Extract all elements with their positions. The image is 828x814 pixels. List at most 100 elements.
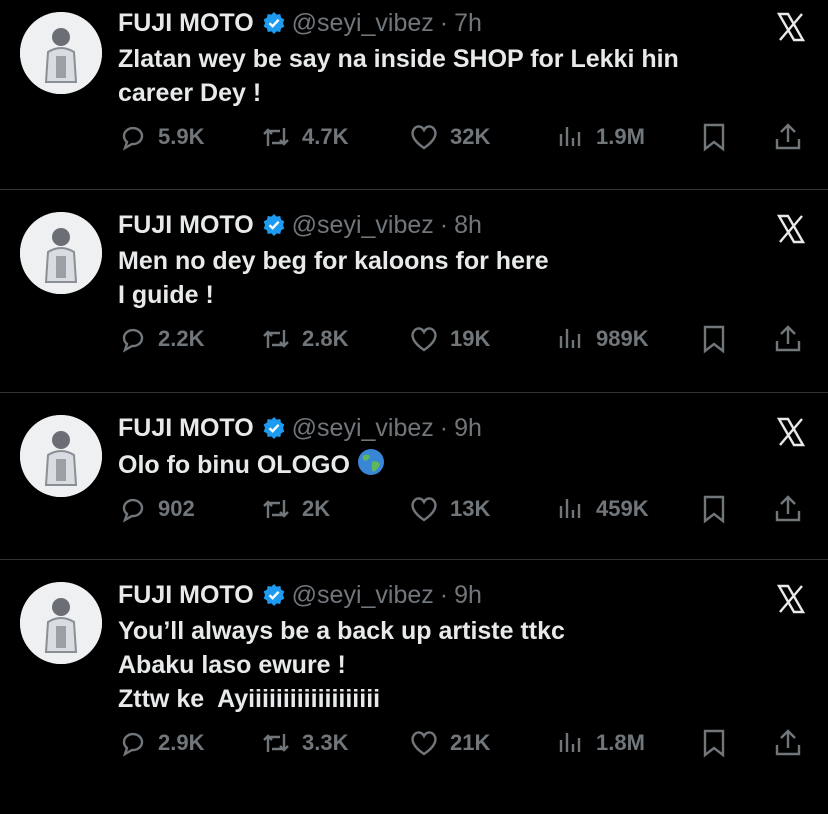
share-icon: [775, 495, 801, 522]
tweet-actions: 902 2K 13K 459K: [118, 494, 828, 534]
heart-icon: [411, 125, 437, 150]
retweet-button[interactable]: 2K: [260, 494, 330, 524]
tweet[interactable]: FUJI MOTO @seyi_vibez · 7h Zlatan wey be…: [0, 0, 828, 190]
bookmark-button[interactable]: [700, 324, 738, 354]
share-icon: [775, 729, 801, 756]
display-name[interactable]: FUJI MOTO: [118, 413, 254, 443]
reply-icon: [122, 126, 144, 151]
bookmark-icon: [703, 123, 725, 152]
avatar[interactable]: [20, 415, 102, 497]
tweet-actions: 2.2K 2.8K 19K 989K: [118, 324, 828, 364]
timestamp[interactable]: 9h: [454, 413, 482, 443]
retweet-count: 2.8K: [302, 326, 349, 351]
tweet-header: FUJI MOTO @seyi_vibez · 9h: [118, 560, 828, 610]
view-count: 1.9M: [596, 124, 645, 149]
reply-button[interactable]: 5.9K: [118, 122, 204, 152]
user-handle[interactable]: @seyi_vibez: [292, 413, 434, 443]
share-button[interactable]: [773, 324, 813, 354]
bookmark-icon: [703, 325, 725, 354]
user-handle[interactable]: @seyi_vibez: [292, 580, 434, 610]
like-button[interactable]: 13K: [408, 494, 490, 524]
like-count: 19K: [450, 326, 491, 351]
avatar[interactable]: [20, 582, 102, 664]
x-logo-icon[interactable]: [776, 417, 806, 447]
display-name[interactable]: FUJI MOTO: [118, 210, 254, 240]
display-name[interactable]: FUJI MOTO: [118, 8, 254, 38]
views-icon: [559, 733, 581, 752]
globe-emoji-icon: [357, 449, 384, 475]
retweet-icon: [263, 330, 289, 348]
tweet-actions: 5.9K 4.7K 32K 1.9M: [118, 122, 828, 162]
user-handle[interactable]: @seyi_vibez: [292, 210, 434, 240]
timestamp[interactable]: 8h: [454, 210, 482, 240]
views-icon: [559, 329, 581, 348]
like-count: 13K: [450, 496, 491, 521]
tweet-text-line: Zlatan wey be say na inside SHOP for Lek…: [118, 45, 679, 73]
avatar[interactable]: [20, 212, 102, 294]
tweet-header: FUJI MOTO @seyi_vibez · 8h: [118, 190, 828, 240]
tweet-feed: FUJI MOTO @seyi_vibez · 7h Zlatan wey be…: [0, 0, 828, 814]
views-button[interactable]: 459K: [556, 494, 649, 524]
reply-count: 902: [158, 496, 195, 521]
tweet-text-line: Olo fo binu OLOGO: [118, 447, 768, 482]
heart-icon: [411, 327, 437, 352]
retweet-button[interactable]: 2.8K: [260, 324, 348, 354]
tweet-text: Men no dey beg for kaloons for here I gu…: [118, 244, 768, 312]
tweet-header: FUJI MOTO @seyi_vibez · 7h: [118, 0, 828, 38]
tweet-text: Zlatan wey be say na inside SHOP for Lek…: [118, 42, 768, 110]
tweet-text-line: career Dey !: [118, 79, 262, 107]
tweet[interactable]: FUJI MOTO @seyi_vibez · 9h You’ll always…: [0, 560, 828, 814]
like-button[interactable]: 19K: [408, 324, 490, 354]
views-button[interactable]: 989K: [556, 324, 649, 354]
bookmark-button[interactable]: [700, 728, 738, 758]
bookmark-button[interactable]: [700, 494, 738, 524]
share-icon: [775, 325, 801, 352]
heart-icon: [411, 497, 437, 522]
display-name[interactable]: FUJI MOTO: [118, 580, 254, 610]
reply-count: 5.9K: [158, 124, 205, 149]
verified-badge-icon: [262, 416, 286, 440]
verified-badge-icon: [262, 583, 286, 607]
reply-button[interactable]: 2.9K: [118, 728, 204, 758]
verified-badge-icon: [262, 11, 286, 35]
tweet-text-line: Abaku laso ewure !: [118, 651, 346, 679]
bookmark-button[interactable]: [700, 122, 738, 152]
reply-count: 2.2K: [158, 326, 205, 351]
like-button[interactable]: 32K: [408, 122, 490, 152]
reply-icon: [122, 498, 144, 523]
views-icon: [559, 499, 581, 518]
bookmark-icon: [703, 729, 725, 758]
bookmark-icon: [703, 495, 725, 524]
x-logo-icon[interactable]: [776, 12, 806, 42]
reply-button[interactable]: 2.2K: [118, 324, 204, 354]
separator: ·: [439, 414, 449, 442]
retweet-icon: [263, 128, 289, 146]
timestamp[interactable]: 9h: [454, 580, 482, 610]
x-logo-icon[interactable]: [776, 214, 806, 244]
tweet[interactable]: FUJI MOTO @seyi_vibez · 9h Olo fo binu O…: [0, 393, 828, 560]
like-button[interactable]: 21K: [408, 728, 490, 758]
x-logo-icon[interactable]: [776, 584, 806, 614]
tweet-actions: 2.9K 3.3K 21K 1.8M: [118, 728, 828, 768]
heart-icon: [411, 731, 437, 756]
retweet-button[interactable]: 4.7K: [260, 122, 348, 152]
tweet-text-line: You’ll always be a back up artiste ttkc: [118, 617, 565, 645]
reply-icon: [122, 328, 144, 353]
views-button[interactable]: 1.8M: [556, 728, 645, 758]
share-button[interactable]: [773, 122, 813, 152]
retweet-button[interactable]: 3.3K: [260, 728, 348, 758]
timestamp[interactable]: 7h: [454, 8, 482, 38]
views-button[interactable]: 1.9M: [556, 122, 645, 152]
reply-button[interactable]: 902: [118, 494, 195, 524]
avatar[interactable]: [20, 12, 102, 94]
reply-count: 2.9K: [158, 730, 205, 755]
tweet[interactable]: FUJI MOTO @seyi_vibez · 8h Men no dey be…: [0, 190, 828, 393]
tweet-text-line: I guide !: [118, 281, 214, 309]
tweet-text-content: Olo fo binu OLOGO: [118, 451, 350, 479]
user-handle[interactable]: @seyi_vibez: [292, 8, 434, 38]
tweet-header: FUJI MOTO @seyi_vibez · 9h: [118, 393, 828, 443]
share-button[interactable]: [773, 494, 813, 524]
share-button[interactable]: [773, 728, 813, 758]
share-icon: [775, 123, 801, 150]
reply-icon: [122, 732, 144, 757]
